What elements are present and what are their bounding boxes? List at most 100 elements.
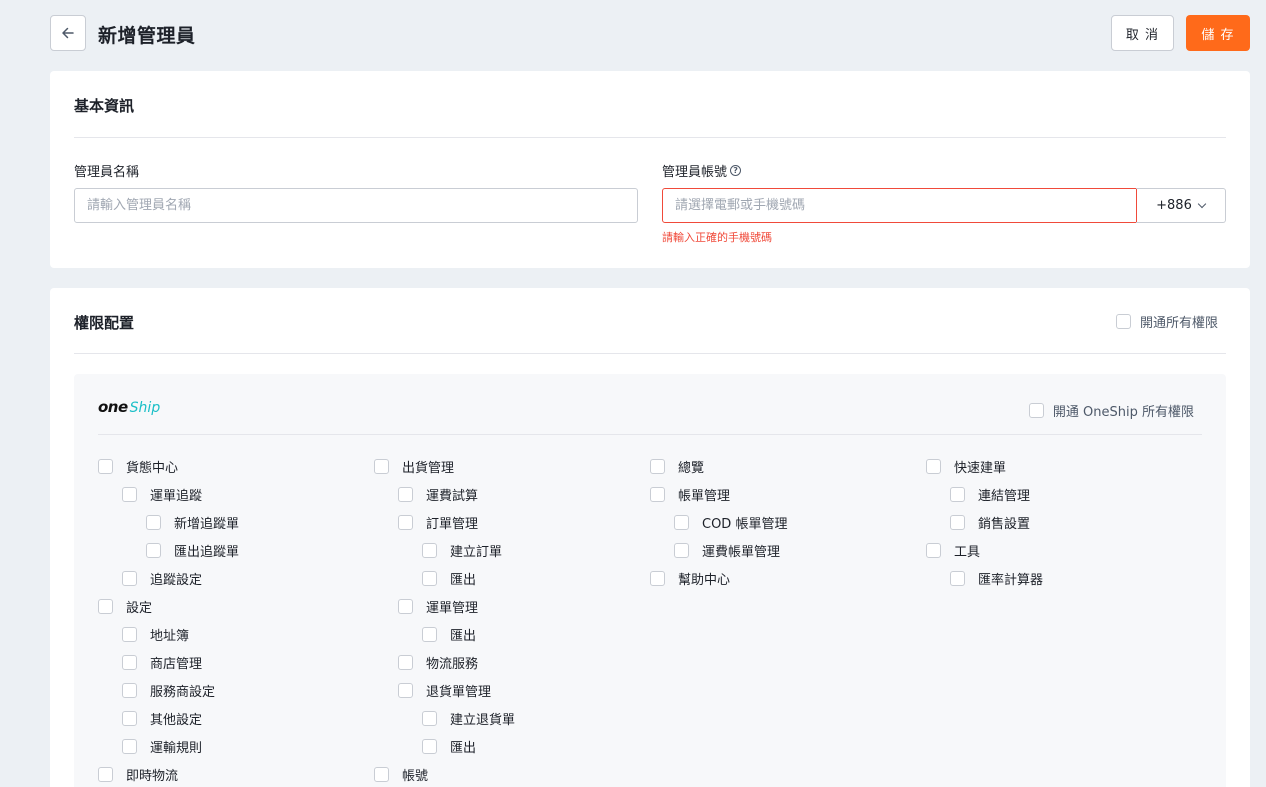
checkbox[interactable] — [950, 571, 965, 586]
permission-checkbox[interactable]: 工具 — [926, 541, 980, 560]
permission-checkbox[interactable]: 新增追蹤單 — [146, 513, 239, 532]
permission-label: 幫助中心 — [678, 573, 731, 588]
permission-checkbox[interactable]: 即時物流 — [98, 765, 178, 784]
admin-account-input[interactable] — [662, 188, 1137, 223]
checkbox[interactable] — [926, 459, 941, 474]
checkbox[interactable] — [146, 515, 161, 530]
permission-checkbox[interactable]: 訂單管理 — [398, 513, 478, 532]
checkbox[interactable] — [374, 767, 389, 782]
permission-checkbox[interactable]: 服務商設定 — [122, 681, 215, 700]
permission-label: 匯出 — [450, 629, 477, 644]
permission-label: 其他設定 — [150, 713, 203, 728]
permission-checkbox[interactable]: 商店管理 — [122, 653, 202, 672]
permission-label: 即時物流 — [126, 769, 179, 784]
permission-checkbox[interactable]: 匯率計算器 — [950, 569, 1043, 588]
checkbox[interactable] — [122, 487, 137, 502]
permission-label: 總覽 — [678, 461, 705, 476]
permission-checkbox[interactable]: 幫助中心 — [650, 569, 730, 588]
permission-checkbox[interactable]: 退貨單管理 — [398, 681, 491, 700]
help-icon[interactable]: ? — [730, 165, 742, 176]
permission-checkbox[interactable]: 設定 — [98, 597, 152, 616]
country-code-select[interactable]: +886 — [1136, 188, 1226, 223]
checkbox[interactable] — [146, 543, 161, 558]
checkbox[interactable] — [926, 543, 941, 558]
permission-checkbox[interactable]: 匯出 — [422, 625, 476, 644]
checkbox[interactable] — [398, 487, 413, 502]
permission-label: 工具 — [954, 545, 981, 560]
back-button[interactable] — [50, 15, 86, 51]
checkbox[interactable] — [1028, 403, 1044, 418]
checkbox[interactable] — [950, 515, 965, 530]
account-field-label: 管理員帳號 ? — [662, 161, 742, 180]
checkbox[interactable] — [422, 739, 437, 754]
permission-checkbox[interactable]: 快速建單 — [926, 457, 1006, 476]
checkbox[interactable] — [122, 739, 137, 754]
permission-checkbox[interactable]: 帳單管理 — [650, 485, 730, 504]
checkbox[interactable] — [1115, 314, 1131, 329]
permission-checkbox[interactable]: 追蹤設定 — [122, 569, 202, 588]
permission-checkbox[interactable]: 物流服務 — [398, 653, 478, 672]
checkbox[interactable] — [422, 627, 437, 642]
admin-name-input[interactable] — [74, 188, 638, 223]
checkbox[interactable] — [98, 767, 113, 782]
permission-checkbox[interactable]: 建立訂單 — [422, 541, 502, 560]
permission-label: 地址簿 — [150, 629, 190, 644]
checkbox[interactable] — [122, 683, 137, 698]
name-label-text: 管理員名稱 — [74, 165, 140, 180]
permission-checkbox[interactable]: 匯出 — [422, 569, 476, 588]
permission-checkbox[interactable]: 運單追蹤 — [122, 485, 202, 504]
checkbox[interactable] — [398, 599, 413, 614]
permission-checkbox[interactable]: 總覽 — [650, 457, 704, 476]
country-code-value: +886 — [1156, 198, 1192, 213]
checkbox[interactable] — [650, 459, 665, 474]
permission-label: 匯出 — [450, 573, 477, 588]
checkbox[interactable] — [422, 571, 437, 586]
account-error-message: 請輸入正確的手機號碼 — [662, 231, 772, 244]
permission-checkbox[interactable]: 貨態中心 — [98, 457, 178, 476]
permission-checkbox[interactable]: 匯出 — [422, 737, 476, 756]
top-bar: 新增管理員 取 消 儲 存 — [50, 15, 1250, 51]
permission-checkbox[interactable]: 帳號 — [374, 765, 428, 784]
permission-checkbox[interactable]: 運費試算 — [398, 485, 478, 504]
checkbox[interactable] — [98, 459, 113, 474]
permissions-title: 權限配置 — [74, 314, 135, 332]
permission-checkbox[interactable]: 出貨管理 — [374, 457, 454, 476]
enable-all-permissions-checkbox[interactable]: 開通所有權限 — [1115, 312, 1218, 331]
permission-checkbox[interactable]: 匯出追蹤單 — [146, 541, 239, 560]
logo-ship-text: Ship — [129, 400, 161, 416]
checkbox[interactable] — [950, 487, 965, 502]
permission-checkbox[interactable]: 地址簿 — [122, 625, 189, 644]
basic-info-card: 基本資訊 管理員名稱 管理員帳號 ? +886 請輸入正確的手機號碼 — [50, 71, 1250, 268]
checkbox[interactable] — [398, 683, 413, 698]
oneship-permission-panel: one Ship 開通 OneShip 所有權限 貨態中心 運單追蹤 新增追蹤單 匯出… — [74, 374, 1226, 787]
checkbox[interactable] — [422, 543, 437, 558]
checkbox[interactable] — [374, 459, 389, 474]
checkbox[interactable] — [650, 571, 665, 586]
checkbox[interactable] — [122, 655, 137, 670]
permission-checkbox[interactable]: 運單管理 — [398, 597, 478, 616]
checkbox[interactable] — [422, 711, 437, 726]
permission-checkbox[interactable]: 銷售設置 — [950, 513, 1030, 532]
save-button[interactable]: 儲 存 — [1186, 15, 1250, 51]
checkbox[interactable] — [398, 655, 413, 670]
checkbox[interactable] — [674, 543, 689, 558]
permission-label: 退貨單管理 — [426, 685, 492, 700]
checkbox[interactable] — [122, 627, 137, 642]
permission-label: 連結管理 — [978, 489, 1031, 504]
cancel-button[interactable]: 取 消 — [1111, 15, 1174, 51]
permission-label: 商店管理 — [150, 657, 203, 672]
permission-checkbox[interactable]: 其他設定 — [122, 709, 202, 728]
checkbox[interactable] — [674, 515, 689, 530]
permission-checkbox[interactable]: 建立退貨單 — [422, 709, 515, 728]
checkbox[interactable] — [122, 571, 137, 586]
enable-oneship-all-checkbox[interactable]: 開通 OneShip 所有權限 — [1028, 401, 1194, 420]
checkbox[interactable] — [98, 599, 113, 614]
permission-checkbox[interactable]: 連結管理 — [950, 485, 1030, 504]
permission-checkbox[interactable]: 運輸規則 — [122, 737, 202, 756]
permission-checkbox[interactable]: COD 帳單管理 — [674, 513, 787, 532]
checkbox[interactable] — [122, 711, 137, 726]
checkbox[interactable] — [398, 515, 413, 530]
permission-checkbox[interactable]: 運費帳單管理 — [674, 541, 780, 560]
permission-label: 服務商設定 — [150, 685, 216, 700]
checkbox[interactable] — [650, 487, 665, 502]
